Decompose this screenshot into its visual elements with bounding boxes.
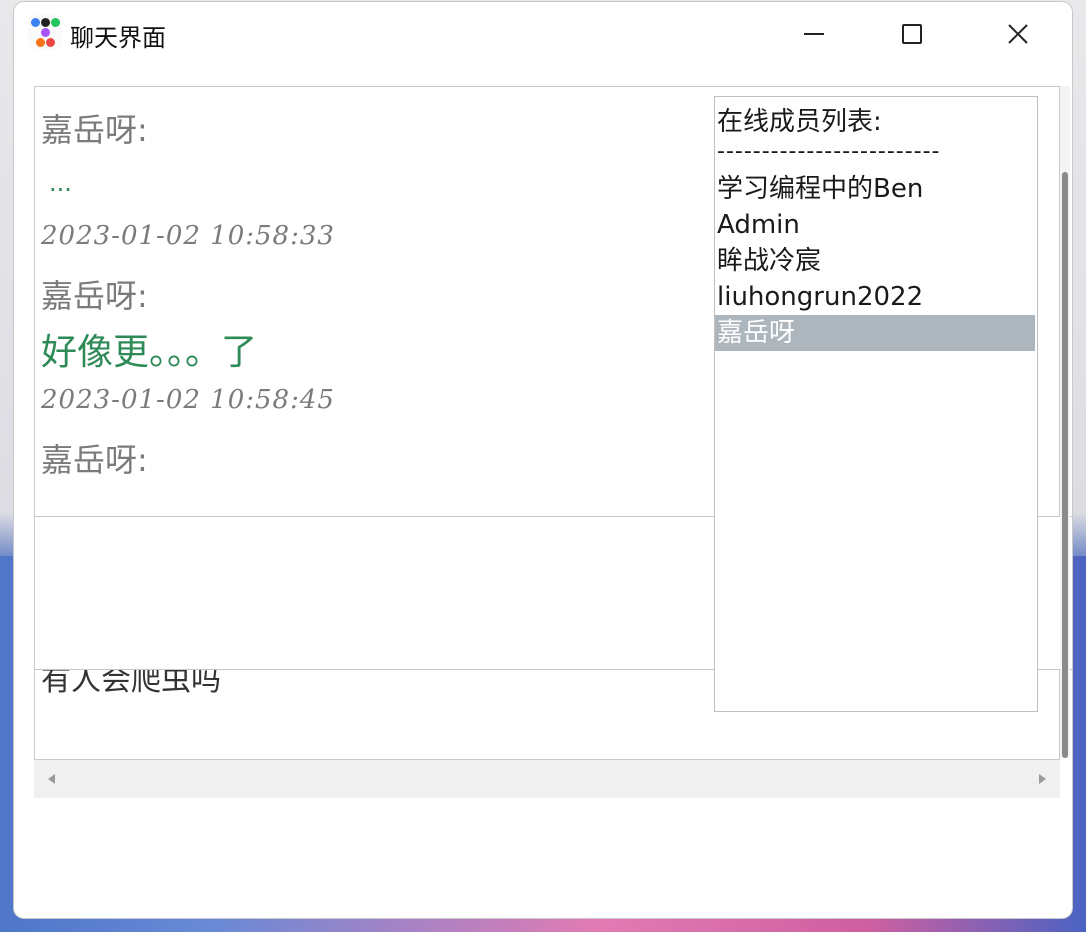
member-list-separator: ------------------------- <box>717 139 941 164</box>
message-sender: 嘉岳呀: <box>41 277 148 315</box>
minimize-button[interactable] <box>796 16 832 52</box>
window-title: 聊天界面 <box>70 24 166 52</box>
maximize-button[interactable] <box>894 16 930 52</box>
horizontal-scrollbar[interactable] <box>34 760 1060 798</box>
member-item[interactable]: liuhongrun2022 <box>715 279 1035 315</box>
app-dots-icon <box>28 15 62 49</box>
member-item-selected[interactable]: 嘉岳呀 <box>715 315 1035 351</box>
member-item[interactable]: 眸战冷宸 <box>715 243 1035 279</box>
vertical-scroll-thumb[interactable] <box>1062 172 1068 758</box>
message-text: ... <box>49 169 72 197</box>
member-item[interactable]: Admin <box>715 207 1035 243</box>
close-button[interactable] <box>1000 16 1036 52</box>
message-sender: 嘉岳呀: <box>41 111 148 149</box>
maximize-icon <box>902 24 922 44</box>
vertical-scrollbar[interactable] <box>1060 86 1070 758</box>
message-timestamp: 2023-01-02 10:58:45 <box>41 385 335 415</box>
member-item[interactable]: 学习编程中的Ben <box>715 171 1035 207</box>
message-text: 好像更。。。了 <box>41 332 258 373</box>
close-icon <box>1008 24 1028 44</box>
chat-window: 聊天界面 嘉岳呀: ... 2023-01-02 10:58:33 嘉岳呀: 好… <box>14 2 1072 918</box>
minimize-icon <box>804 33 824 35</box>
title-bar[interactable]: 聊天界面 <box>14 2 1072 64</box>
message-timestamp: 2023-01-02 10:58:33 <box>41 221 335 251</box>
member-list-header: 在线成员列表: <box>717 107 882 137</box>
scroll-right-icon[interactable] <box>1039 774 1046 784</box>
scroll-left-icon[interactable] <box>48 774 55 784</box>
message-sender: 嘉岳呀: <box>41 441 148 479</box>
online-member-list[interactable]: 在线成员列表: ------------------------- 学习编程中的… <box>714 96 1038 712</box>
